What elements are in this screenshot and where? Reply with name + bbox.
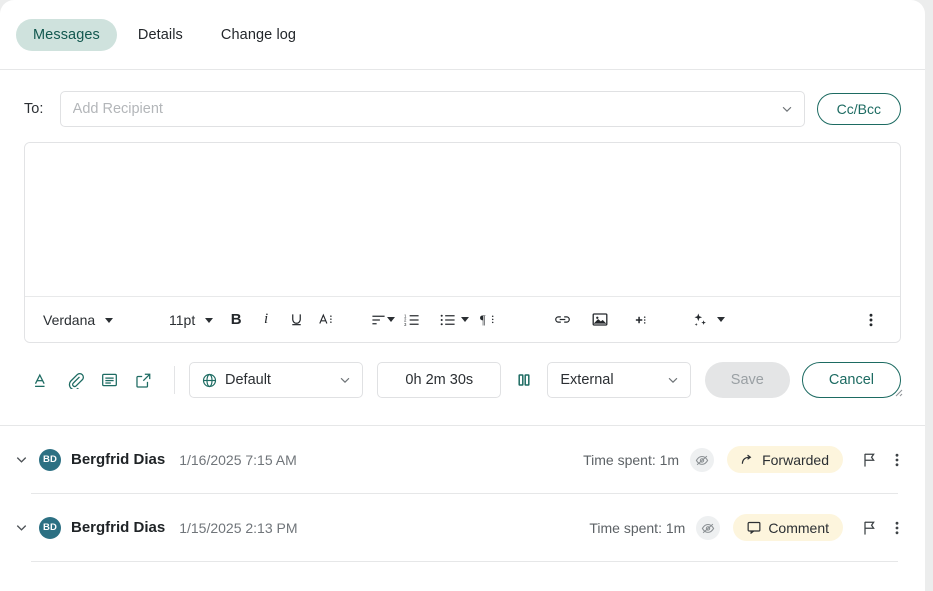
insert-button[interactable] — [623, 305, 653, 335]
message-row[interactable]: BD Bergfrid Dias 1/16/2025 7:15 AM Time … — [0, 426, 925, 493]
svg-text:¶: ¶ — [480, 313, 486, 327]
tab-details[interactable]: Details — [121, 19, 200, 51]
message-list: BD Bergfrid Dias 1/16/2025 7:15 AM Time … — [0, 426, 925, 562]
badge-label: Forwarded — [762, 451, 829, 468]
bullet-list-dropdown-arrow[interactable] — [461, 311, 470, 329]
chevron-down-icon — [461, 316, 470, 322]
recipient-input[interactable] — [72, 101, 780, 117]
message-timestamp: 1/16/2025 7:15 AM — [179, 451, 297, 468]
chevron-down-icon — [668, 377, 678, 384]
eye-off-icon[interactable] — [690, 447, 715, 472]
chevron-down-icon — [717, 316, 726, 322]
badge-label: Comment — [768, 519, 829, 536]
chevron-down-icon[interactable] — [780, 102, 794, 116]
expand-chevron-icon[interactable] — [8, 447, 34, 473]
channel-select[interactable]: Default — [189, 362, 364, 398]
text-color-button[interactable] — [311, 305, 341, 335]
message-sender: Bergfrid Dias — [71, 451, 166, 468]
save-button[interactable]: Save — [704, 362, 790, 398]
bold-label: B — [230, 311, 242, 328]
align-dropdown-arrow[interactable] — [387, 311, 396, 329]
row-more-button[interactable] — [883, 514, 911, 542]
to-label: To: — [24, 101, 44, 117]
visibility-select[interactable]: External — [547, 362, 691, 398]
time-tracker[interactable]: 0h 2m 30s — [377, 362, 502, 398]
font-size-select[interactable]: 11pt — [169, 311, 214, 328]
recipient-row: To: Cc/Bcc — [0, 70, 925, 132]
bold-button[interactable]: B — [221, 305, 251, 335]
attachment-icon[interactable] — [58, 365, 92, 395]
paragraph-button[interactable]: ¶ — [473, 305, 503, 335]
visibility-value: External — [560, 372, 614, 388]
pause-timer-button[interactable] — [507, 365, 541, 395]
row-more-button[interactable] — [883, 446, 911, 474]
image-button[interactable] — [585, 305, 615, 335]
italic-label: i — [264, 311, 269, 327]
numbered-list-button[interactable]: 1 2 3 — [397, 305, 427, 335]
message-row[interactable]: BD Bergfrid Dias 1/15/2025 2:13 PM Time … — [0, 494, 925, 561]
tab-messages[interactable]: Messages — [16, 18, 117, 51]
font-size-value: 11pt — [169, 311, 196, 328]
open-external-icon[interactable] — [126, 365, 160, 395]
italic-button[interactable]: i — [251, 305, 281, 335]
resize-handle[interactable] — [891, 385, 903, 397]
globe-icon — [202, 373, 217, 387]
message-sender: Bergfrid Dias — [71, 519, 166, 536]
message-timestamp: 1/15/2025 2:13 PM — [179, 519, 298, 536]
message-editor: Verdana 11pt B i 1 2 3 ¶ — [24, 142, 901, 343]
ai-sparkle-button[interactable] — [685, 305, 715, 335]
timer-value: 0h 2m 30s — [405, 372, 474, 388]
message-body-input[interactable] — [25, 143, 900, 296]
toolbar-divider — [174, 366, 175, 394]
font-family-select[interactable]: Verdana — [43, 312, 169, 328]
ai-dropdown-arrow[interactable] — [717, 311, 726, 329]
status-badge[interactable]: Forwarded — [727, 446, 843, 473]
cancel-button[interactable]: Cancel — [801, 362, 901, 398]
tab-change-log[interactable]: Change log — [204, 19, 313, 51]
compose-action-bar: Default 0h 2m 30s External Save Cancel — [0, 343, 925, 403]
expand-chevron-icon[interactable] — [8, 515, 34, 541]
editor-toolbar: Verdana 11pt B i 1 2 3 ¶ — [25, 296, 900, 342]
flag-icon[interactable] — [855, 514, 883, 542]
comment-icon — [747, 521, 761, 534]
chevron-down-icon — [387, 316, 396, 322]
status-badge[interactable]: Comment — [733, 514, 843, 541]
avatar: BD — [39, 448, 61, 471]
recipient-field[interactable] — [59, 91, 805, 127]
svg-text:3: 3 — [404, 321, 407, 326]
template-icon[interactable] — [92, 365, 126, 395]
underline-button[interactable] — [281, 305, 311, 335]
tab-bar: Messages Details Change log — [0, 0, 925, 70]
signature-icon[interactable] — [24, 365, 58, 395]
font-family-value: Verdana — [43, 311, 96, 328]
time-spent-label: Time spent: 1m — [583, 451, 680, 468]
toolbar-more-button[interactable] — [856, 305, 886, 335]
link-button[interactable] — [547, 305, 577, 335]
channel-value: Default — [225, 372, 271, 388]
chevron-down-icon — [205, 318, 214, 324]
avatar: BD — [39, 516, 61, 539]
chevron-down-icon — [340, 377, 350, 384]
flag-icon[interactable] — [855, 446, 883, 474]
chevron-down-icon — [105, 318, 114, 324]
bullet-list-button[interactable] — [433, 305, 463, 335]
message-panel: Messages Details Change log To: Cc/Bcc V… — [0, 0, 925, 591]
forward-arrow-icon — [741, 454, 752, 464]
cc-bcc-button[interactable]: Cc/Bcc — [816, 93, 901, 125]
time-spent-label: Time spent: 1m — [589, 519, 686, 536]
row-divider — [31, 561, 898, 562]
eye-off-icon[interactable] — [696, 515, 721, 540]
